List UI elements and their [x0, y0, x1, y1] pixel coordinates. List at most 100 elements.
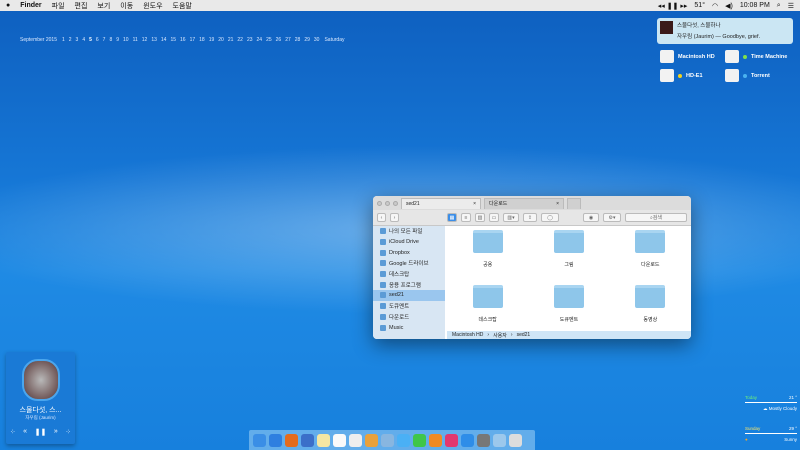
notification-center-icon[interactable]: ☰: [788, 2, 794, 10]
calendar-day[interactable]: 18: [199, 37, 205, 43]
dock-app-icon[interactable]: [301, 433, 314, 447]
minimize-button[interactable]: [385, 200, 390, 206]
menu-go[interactable]: 이동: [120, 1, 133, 11]
drive-item[interactable]: HD-E1: [660, 69, 725, 82]
shuffle-icon[interactable]: ⁘: [10, 428, 16, 436]
coverflow-view-button[interactable]: ▭: [489, 213, 499, 222]
calendar-day[interactable]: 7: [103, 37, 106, 43]
calendar-day[interactable]: 27: [285, 37, 291, 43]
dock-app-icon[interactable]: [493, 433, 506, 447]
action-gear-button[interactable]: ⚙▾: [603, 213, 621, 222]
dock-app-icon[interactable]: [285, 433, 298, 447]
calendar-day[interactable]: 8: [109, 37, 112, 43]
previous-button[interactable]: «: [23, 428, 27, 436]
calendar-day[interactable]: 9: [116, 37, 119, 43]
next-button[interactable]: »: [54, 428, 58, 436]
menu-window[interactable]: 윈도우: [143, 1, 162, 11]
sidebar-item[interactable]: 나의 모든 파일: [373, 226, 445, 237]
drive-item[interactable]: Time Machine: [725, 50, 790, 63]
path-macintosh-hd[interactable]: Macintosh HD: [452, 332, 483, 338]
calendar-day[interactable]: 21: [228, 37, 234, 43]
menu-file[interactable]: 파일: [52, 1, 65, 11]
repeat-icon[interactable]: ⁘: [65, 428, 71, 436]
calendar-day[interactable]: 5: [89, 37, 92, 43]
menu-edit[interactable]: 편집: [75, 1, 88, 11]
close-tab-icon[interactable]: ×: [556, 201, 559, 207]
drive-item[interactable]: Macintosh HD: [660, 50, 725, 63]
calendar-day[interactable]: 22: [237, 37, 243, 43]
calendar-day[interactable]: 12: [142, 37, 148, 43]
calendar-day[interactable]: 15: [170, 37, 176, 43]
calendar-day[interactable]: 10: [123, 37, 129, 43]
folder-item[interactable]: 그림: [528, 230, 609, 285]
dock-app-icon[interactable]: [461, 433, 474, 447]
calendar-day[interactable]: 14: [161, 37, 167, 43]
sidebar-item[interactable]: 도큐멘트: [373, 301, 445, 312]
back-button[interactable]: ‹: [377, 213, 386, 222]
column-view-button[interactable]: ▥: [475, 213, 485, 222]
clock[interactable]: 10:08 PM: [740, 2, 770, 9]
sidebar-item[interactable]: Dropbox: [373, 247, 445, 258]
calendar-day[interactable]: 28: [295, 37, 301, 43]
dock-app-icon[interactable]: [381, 433, 394, 447]
calendar-day[interactable]: 30: [314, 37, 320, 43]
quick-look-button[interactable]: ◉: [583, 213, 599, 222]
folder-item[interactable]: 공용: [447, 230, 528, 285]
pause-button[interactable]: ❚❚: [35, 428, 47, 436]
calendar-day[interactable]: 13: [151, 37, 157, 43]
drive-item[interactable]: Torrent: [725, 69, 790, 82]
temperature-status[interactable]: 51°: [694, 2, 705, 9]
tab-downloads[interactable]: 다운로드 ×: [484, 197, 564, 209]
icon-view-button[interactable]: ▦: [447, 213, 457, 222]
zoom-button[interactable]: [393, 200, 398, 206]
calendar-day[interactable]: 2: [69, 37, 72, 43]
arrange-button[interactable]: ▥▾: [503, 213, 519, 222]
dock-app-icon[interactable]: [429, 433, 442, 447]
dock-app-icon[interactable]: [269, 433, 282, 447]
sidebar-item[interactable]: sed21: [373, 290, 445, 301]
share-button[interactable]: ⇪: [523, 213, 537, 222]
menu-app-name[interactable]: Finder: [20, 2, 41, 9]
forward-button[interactable]: ›: [390, 213, 399, 222]
calendar-day[interactable]: 24: [257, 37, 263, 43]
menu-help[interactable]: 도움말: [173, 1, 192, 11]
dock-app-icon[interactable]: [349, 433, 362, 447]
calendar-day[interactable]: 19: [209, 37, 215, 43]
dock-app-icon[interactable]: [397, 433, 410, 447]
calendar-day[interactable]: 25: [266, 37, 272, 43]
close-tab-icon[interactable]: ×: [473, 201, 476, 207]
sidebar-item[interactable]: Google 드라이브: [373, 258, 445, 269]
calendar-day[interactable]: 29: [304, 37, 310, 43]
dock-app-icon[interactable]: [317, 433, 330, 447]
menu-view[interactable]: 보기: [97, 1, 110, 11]
calendar-day[interactable]: 20: [218, 37, 224, 43]
wifi-icon[interactable]: ◠: [712, 2, 718, 10]
calendar-day[interactable]: 26: [276, 37, 282, 43]
list-view-button[interactable]: ≡: [461, 213, 471, 222]
calendar-day[interactable]: 1: [62, 37, 65, 43]
close-button[interactable]: [377, 200, 382, 206]
dock-app-icon[interactable]: [413, 433, 426, 447]
volume-icon[interactable]: ◀): [725, 2, 733, 10]
path-sed21[interactable]: sed21: [517, 332, 531, 338]
sidebar-item[interactable]: 데스크탑: [373, 269, 445, 280]
sidebar-item[interactable]: 응용 프로그램: [373, 279, 445, 290]
media-controls-icon[interactable]: ◂◂ ❚❚ ▸▸: [658, 2, 688, 10]
sidebar-item[interactable]: Music: [373, 322, 445, 333]
tab-sed21[interactable]: sed21 ×: [401, 197, 481, 209]
dock-app-icon[interactable]: [477, 433, 490, 447]
folder-item[interactable]: 다운로드: [610, 230, 691, 285]
calendar-day[interactable]: 4: [82, 37, 85, 43]
search-input[interactable]: ⌕ 검색: [625, 213, 687, 222]
dock-app-icon[interactable]: [253, 433, 266, 447]
calendar-day[interactable]: 23: [247, 37, 253, 43]
apple-menu-icon[interactable]: ●: [6, 2, 10, 9]
now-playing-notification[interactable]: 스물다섯, 스물하나 자우림 (Jaurim) — Goodbye, grief…: [657, 18, 793, 44]
new-tab-button[interactable]: [567, 197, 581, 209]
dock-app-icon[interactable]: [509, 433, 522, 447]
calendar-day[interactable]: 17: [190, 37, 196, 43]
dock-app-icon[interactable]: [445, 433, 458, 447]
tags-button[interactable]: ◯: [541, 213, 559, 222]
calendar-day[interactable]: 3: [76, 37, 79, 43]
dock-app-icon[interactable]: [333, 433, 346, 447]
